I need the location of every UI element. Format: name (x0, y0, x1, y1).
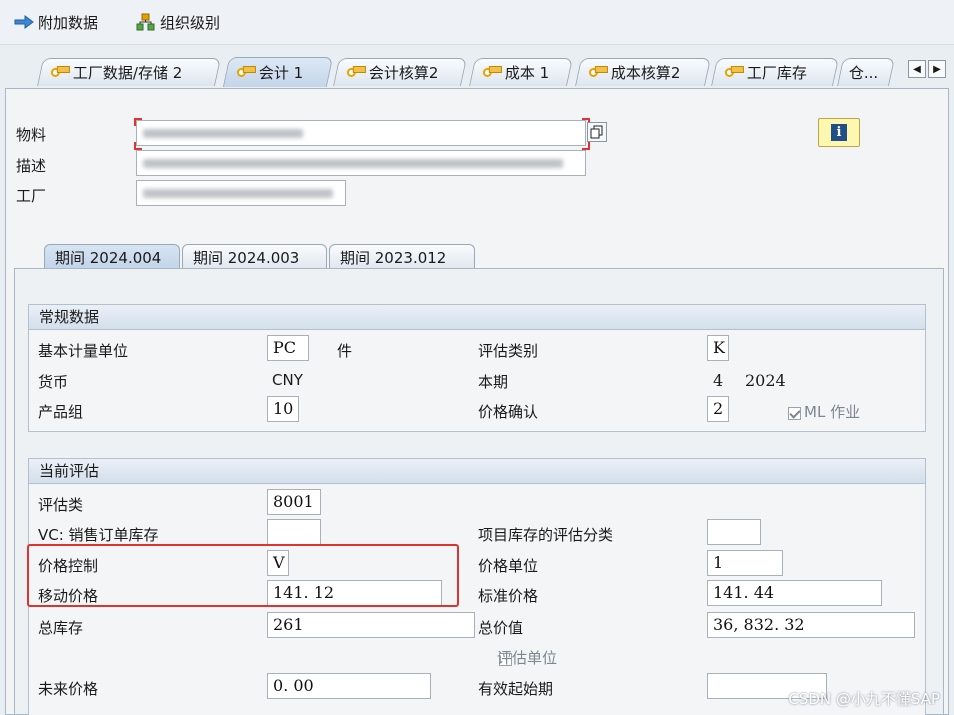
additional-data-button[interactable]: 附加数据 (14, 10, 98, 34)
currency-value: CNY (272, 371, 303, 389)
ml-act-label: ML 作业 (804, 403, 861, 421)
tab-config-icon (588, 66, 608, 79)
plant-label: 工厂 (16, 187, 47, 205)
total-value-field[interactable]: 36, 832. 32 (707, 612, 915, 638)
tab-costing-2[interactable]: 成本核算2 (575, 58, 711, 86)
tab-plant-stock[interactable]: 工厂库存 (711, 58, 839, 86)
base-uom-text: 件 (337, 342, 353, 360)
tab-label: 成本 1 (504, 64, 550, 82)
ml-act-checkbox[interactable] (788, 407, 801, 420)
vc-sales-order-stock-field[interactable] (267, 519, 321, 545)
base-uom-label: 基本计量单位 (38, 342, 129, 360)
tab-config-icon (236, 66, 256, 79)
division-field[interactable]: 10 (267, 396, 299, 422)
watermark: CSDN @小九不懂SAP (788, 690, 940, 708)
tab-label: 会计 1 (258, 64, 304, 82)
tab-config-icon (482, 66, 502, 79)
tab-warehouse[interactable]: 仓... (837, 58, 895, 86)
base-uom-field[interactable]: PC (267, 335, 309, 361)
valid-from-label: 有效起始期 (478, 680, 554, 698)
valuated-unit-label: 评估单位 (497, 649, 558, 667)
tab-label: 工厂库存 (746, 64, 807, 82)
info-icon: i (831, 124, 847, 141)
field-corner-marker (134, 118, 142, 126)
tab-label: 会计核算2 (368, 64, 439, 82)
tab-config-icon (50, 66, 70, 79)
tab-period-2023-012[interactable]: 期间 2023.012 (329, 244, 475, 269)
price-unit-label: 价格单位 (478, 557, 539, 575)
currency-label: 货币 (38, 373, 69, 391)
general-data-title: 常规数据 (29, 305, 925, 330)
description-label: 描述 (16, 157, 47, 175)
price-unit-field[interactable]: 1 (707, 550, 783, 576)
price-determination-label: 价格确认 (478, 403, 539, 421)
price-determination-field[interactable]: 2 (707, 396, 729, 422)
total-stock-field[interactable]: 261 (267, 612, 475, 638)
current-period-label: 本期 (478, 373, 509, 391)
copy-icon (590, 125, 603, 139)
total-value-label: 总价值 (478, 619, 524, 637)
current-period-month: 4 (713, 371, 724, 390)
plant-field (136, 180, 346, 206)
org-hierarchy-icon (136, 13, 155, 31)
field-corner-marker (582, 142, 590, 150)
tab-period-2024-004[interactable]: 期间 2024.004 (44, 244, 180, 269)
material-label: 物料 (16, 126, 47, 144)
valuation-category-label: 评估类别 (478, 342, 539, 360)
material-field[interactable] (136, 120, 586, 146)
main-tab-strip: 工厂数据/存储 2 会计 1 会计核算2 成本 1 成本核算2 工厂库存 仓..… (0, 57, 954, 88)
standard-price-field[interactable]: 141. 44 (707, 580, 882, 606)
copy-button[interactable] (587, 122, 607, 142)
tab-config-icon (724, 66, 744, 79)
vc-sales-order-stock-label: VC: 销售订单库存 (38, 526, 159, 544)
info-button[interactable]: i (818, 118, 860, 147)
tab-accounting-2[interactable]: 会计核算2 (333, 58, 467, 86)
tab-config-icon (346, 66, 366, 79)
future-price-field[interactable]: 0. 00 (267, 673, 431, 699)
right-arrow-icon: ▶ (933, 64, 941, 75)
org-levels-button[interactable]: 组织级别 (136, 10, 220, 34)
left-arrow-icon: ◀ (913, 64, 921, 75)
valuation-category-field[interactable]: K (707, 335, 729, 361)
highlight-box (27, 544, 459, 607)
period-tab-label: 期间 2024.004 (55, 248, 162, 267)
standard-price-label: 标准价格 (478, 587, 539, 605)
field-corner-marker (134, 142, 142, 150)
additional-data-label: 附加数据 (38, 13, 99, 32)
org-levels-label: 组织级别 (160, 13, 221, 32)
tab-costing-1[interactable]: 成本 1 (469, 58, 573, 86)
tab-label: 工厂数据/存储 2 (72, 64, 183, 82)
arrow-right-icon (14, 15, 34, 29)
tab-label: 仓... (848, 64, 879, 82)
description-field (136, 150, 586, 176)
future-price-label: 未来价格 (38, 680, 99, 698)
tab-period-2024-003[interactable]: 期间 2024.003 (182, 244, 327, 269)
period-tab-label: 期间 2024.003 (193, 248, 300, 267)
tab-label: 成本核算2 (610, 64, 681, 82)
tab-scroll-left-button[interactable]: ◀ (908, 60, 926, 78)
current-period-year: 2024 (745, 371, 786, 390)
project-stock-valuation-field[interactable] (707, 519, 761, 545)
tab-scroll-right-button[interactable]: ▶ (928, 60, 946, 78)
period-tab-label: 期间 2023.012 (340, 248, 447, 267)
total-stock-label: 总库存 (38, 619, 84, 637)
tab-accounting-1[interactable]: 会计 1 (222, 57, 334, 87)
valuation-class-label: 评估类 (38, 496, 84, 514)
tab-plant-data-storage-2[interactable]: 工厂数据/存储 2 (37, 58, 221, 86)
valuation-class-field[interactable]: 8001 (267, 489, 321, 515)
current-valuation-title: 当前评估 (29, 459, 925, 484)
project-stock-valuation-label: 项目库存的评估分类 (478, 526, 614, 544)
division-label: 产品组 (38, 403, 84, 421)
